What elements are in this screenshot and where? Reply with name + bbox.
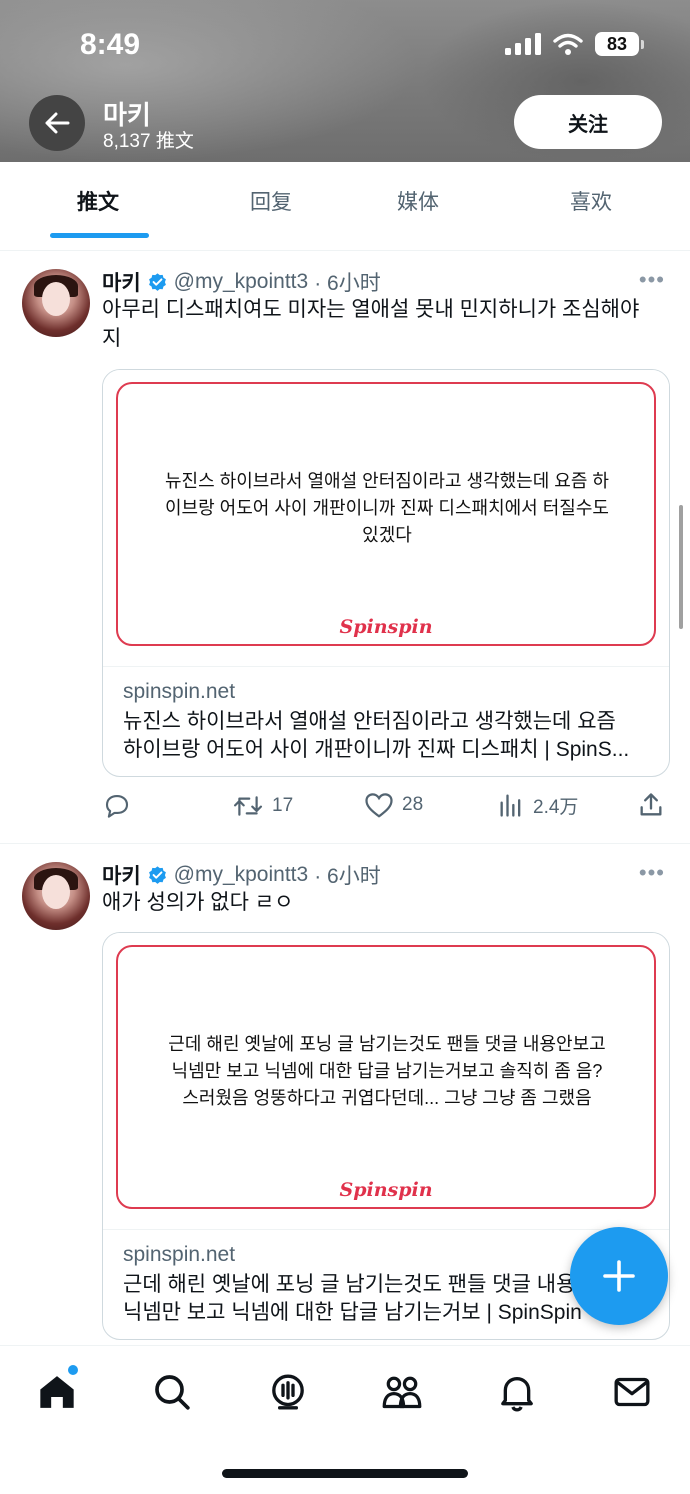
like-button[interactable]: 28 <box>364 791 423 819</box>
card-domain: spinspin.net <box>123 680 236 703</box>
card-quote-line: 닉넴만 보고 닉넴에 대한 답글 남기는거보고 솔직히 좀 음? <box>171 1061 603 1081</box>
wifi-icon <box>553 33 583 55</box>
author-name[interactable]: 마키 <box>102 860 141 890</box>
card-image: 근데 해린 옛날에 포닝 글 남기는것도 팬들 댓글 내용안보고 닉넴만 보고 … <box>103 933 669 1230</box>
tweet-time: · 6小时 <box>314 865 381 888</box>
verified-badge-icon <box>148 865 166 884</box>
status-time: 8:49 <box>80 28 141 61</box>
tweet-text: 아무리 디스패치여도 미자는 열애설 못내 민지하니가 조심해야 지 <box>102 295 662 353</box>
more-dots-icon[interactable]: ••• <box>639 860 665 886</box>
profile-tabs: 推文 回复 媒体 喜欢 <box>0 162 690 241</box>
tweet-text-line: 지 <box>102 327 122 350</box>
card-quote-line: 뉴진스 하이브라서 열애설 안터짐이라고 생각했는데 요즘 하 <box>164 471 609 491</box>
card-domain: spinspin.net <box>123 1243 236 1266</box>
tweet-text-line: 아무리 디스패치여도 미자는 열애설 못내 민지하니가 조심해야 <box>102 298 640 321</box>
mail-icon <box>614 1377 650 1407</box>
card-quote: 뉴진스 하이브라서 열애설 안터짐이라고 생각했는데 요즘 하 이브랑 어도어 … <box>137 468 637 549</box>
notification-dot <box>66 1363 80 1377</box>
tabs-divider <box>0 240 690 251</box>
spaces-icon <box>272 1374 304 1410</box>
retweet-count: 17 <box>272 795 294 816</box>
retweet-button[interactable]: 17 <box>232 791 293 821</box>
author-name[interactable]: 마키 <box>102 267 141 297</box>
card-image: 뉴진스 하이브라서 열애설 안터짐이라고 생각했는데 요즘 하 이브랑 어도어 … <box>103 370 669 667</box>
tweet-time: · 6小时 <box>314 272 381 295</box>
view-count: 2.4万 <box>533 796 579 818</box>
spinspin-logo: Spinspin <box>103 616 669 638</box>
card-quote-line: 있겠다 <box>362 525 412 545</box>
battery-indicator: 83 <box>595 32 644 56</box>
tweet-author-line: 마키 @my_kpointt3 · 6小时 <box>102 267 381 297</box>
tab-posts[interactable]: 推文 <box>77 186 119 216</box>
arrow-left-icon <box>45 112 70 134</box>
reply-icon <box>105 794 129 818</box>
nav-search[interactable] <box>150 1370 194 1414</box>
card-title: 뉴진스 하이브라서 열애설 안터짐이라고 생각했는데 요즘 하이브랑 어도어 사… <box>123 708 653 764</box>
avatar[interactable] <box>22 269 90 337</box>
tweet-author-line: 마키 @my_kpointt3 · 6小时 <box>102 860 381 890</box>
views-button[interactable]: 2.4万 <box>497 791 578 819</box>
card-title-line: 하이브랑 어도어 사이 개판이니까 진짜 디스패치 | SpinS... <box>123 738 630 761</box>
plus-icon <box>603 1260 635 1292</box>
tab-media[interactable]: 媒体 <box>397 186 439 216</box>
spinspin-logo: Spinspin <box>103 1179 669 1201</box>
bell-icon <box>501 1377 533 1412</box>
post-count: 8,137 推文 <box>103 131 194 152</box>
card-quote-line: 이브랑 어도어 사이 개판이니까 진짜 디스패치에서 터질수도 <box>164 498 609 518</box>
battery-tip <box>641 39 644 49</box>
tweet-text: 애가 성의가 없다 ㄹㅇ <box>102 888 662 917</box>
tweet-text-line: 애가 성의가 없다 ㄹㅇ <box>102 891 294 914</box>
nav-spaces[interactable] <box>266 1370 310 1414</box>
battery-level: 83 <box>595 32 639 56</box>
cellular-signal-icon <box>505 33 541 55</box>
link-card[interactable]: 뉴진스 하이브라서 열애설 안터짐이라고 생각했는데 요즘 하 이브랑 어도어 … <box>102 369 670 777</box>
tab-likes[interactable]: 喜欢 <box>570 186 612 216</box>
reply-button[interactable] <box>102 791 132 821</box>
card-quote-line: 근데 해린 옛날에 포닝 글 남기는것도 팬들 댓글 내용안보고 <box>168 1034 606 1054</box>
card-quote: 근데 해린 옛날에 포닝 글 남기는것도 팬들 댓글 내용안보고 닉넴만 보고 … <box>137 1031 637 1112</box>
profile-header: 8:49 83 마키 8,137 推文 关注 <box>0 0 690 162</box>
avatar[interactable] <box>22 862 90 930</box>
home-icon <box>40 1376 74 1408</box>
card-quote-line: 스러웠음 엉뚱하다고 귀엽다던데... 그냥 그냥 좀 그랬음 <box>182 1088 592 1108</box>
views-icon <box>500 794 521 817</box>
heart-icon <box>365 793 393 818</box>
like-count: 28 <box>402 794 424 815</box>
scrollbar-thumb[interactable] <box>679 505 683 629</box>
active-tab-indicator <box>50 233 149 238</box>
follow-button[interactable]: 关注 <box>514 95 662 149</box>
home-indicator <box>222 1469 468 1478</box>
search-icon <box>155 1375 190 1410</box>
verified-badge-icon <box>148 272 166 291</box>
author-handle[interactable]: @my_kpointt3 <box>174 863 309 887</box>
avatar-face <box>42 875 70 909</box>
card-title-line: 뉴진스 하이브라서 열애설 안터짐이라고 생각했는데 요즘 <box>123 710 616 733</box>
avatar-face <box>42 282 70 316</box>
nav-notifications[interactable] <box>495 1370 539 1414</box>
share-icon <box>640 793 662 816</box>
back-button[interactable] <box>29 95 85 151</box>
card-title-line: 닉넴만 보고 닉넴에 대한 답글 남기는거보 | SpinSpin <box>123 1301 582 1324</box>
compose-button[interactable] <box>570 1227 668 1325</box>
status-icons: 83 <box>505 32 644 56</box>
tweet-actions: 17 28 2.4万 <box>102 791 672 831</box>
nav-communities[interactable] <box>380 1370 424 1414</box>
nav-messages[interactable] <box>610 1370 654 1414</box>
author-handle[interactable]: @my_kpointt3 <box>174 270 309 294</box>
tweet[interactable]: 마키 @my_kpointt3 · 6小时 ••• 아무리 디스패치여도 미자는… <box>0 251 690 844</box>
retweet-icon <box>233 796 263 816</box>
tab-replies[interactable]: 回复 <box>250 186 292 216</box>
communities-icon <box>382 1376 422 1409</box>
more-dots-icon[interactable]: ••• <box>639 267 665 293</box>
share-button[interactable] <box>637 791 665 819</box>
